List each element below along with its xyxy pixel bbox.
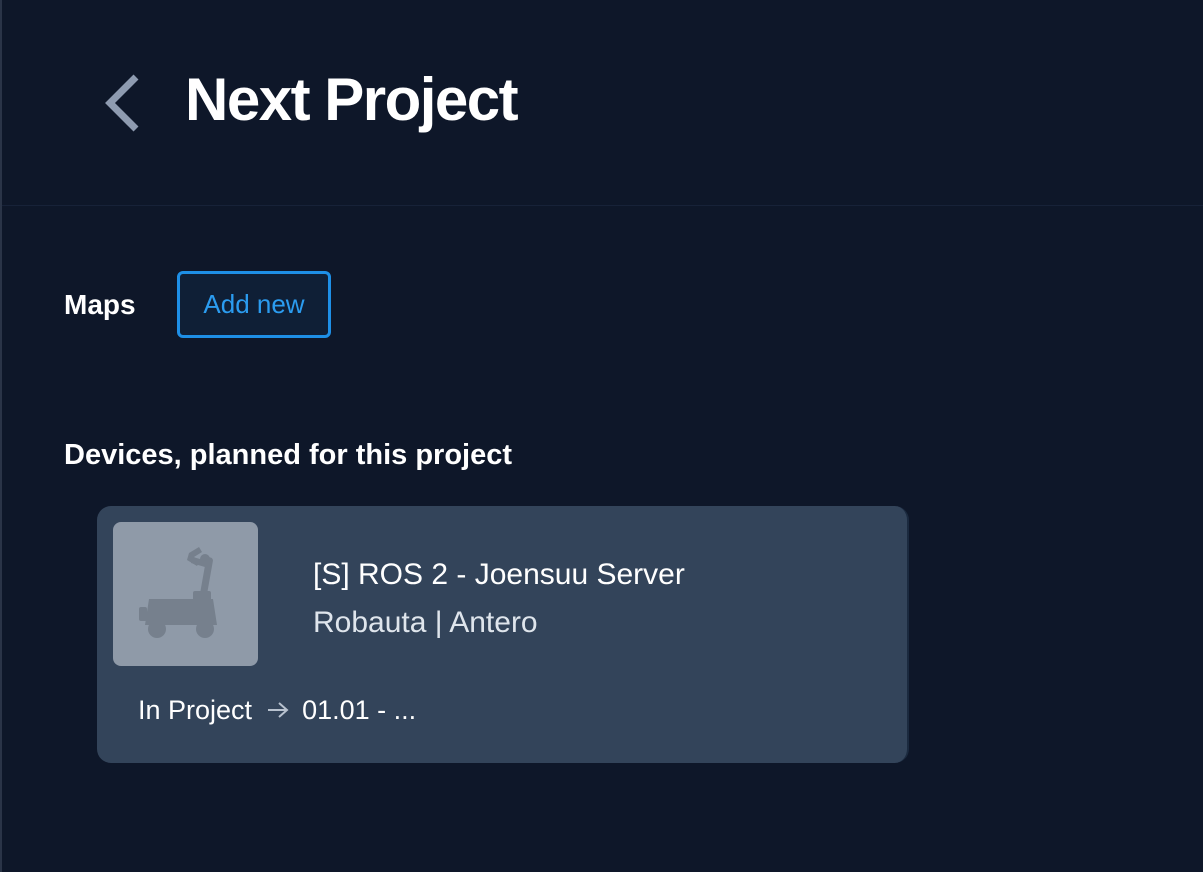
page-title: Next Project	[185, 66, 519, 133]
device-status: In Project 01.01 - ...	[138, 692, 416, 728]
device-thumbnail	[113, 522, 258, 666]
robot-vehicle-icon	[138, 547, 217, 638]
project-page: Next Project Maps Add new Devices, plann…	[0, 0, 1203, 872]
device-name: [S] ROS 2 - Joensuu Server	[313, 558, 685, 591]
device-subtitle: Robauta | Antero	[313, 606, 538, 639]
back-button[interactable]	[96, 70, 148, 136]
arrow-right-icon	[266, 700, 290, 720]
add-new-map-button[interactable]: Add new	[177, 271, 331, 338]
device-status-value: 01.01 - ...	[302, 695, 417, 725]
devices-heading: Devices, planned for this project	[64, 439, 512, 471]
chevron-left-icon	[105, 74, 139, 132]
device-card[interactable]: [S] ROS 2 - Joensuu Server Robauta | Ant…	[97, 506, 909, 763]
device-status-label: In Project	[138, 695, 253, 725]
maps-label: Maps	[64, 289, 136, 320]
page-header: Next Project	[2, 0, 1203, 206]
